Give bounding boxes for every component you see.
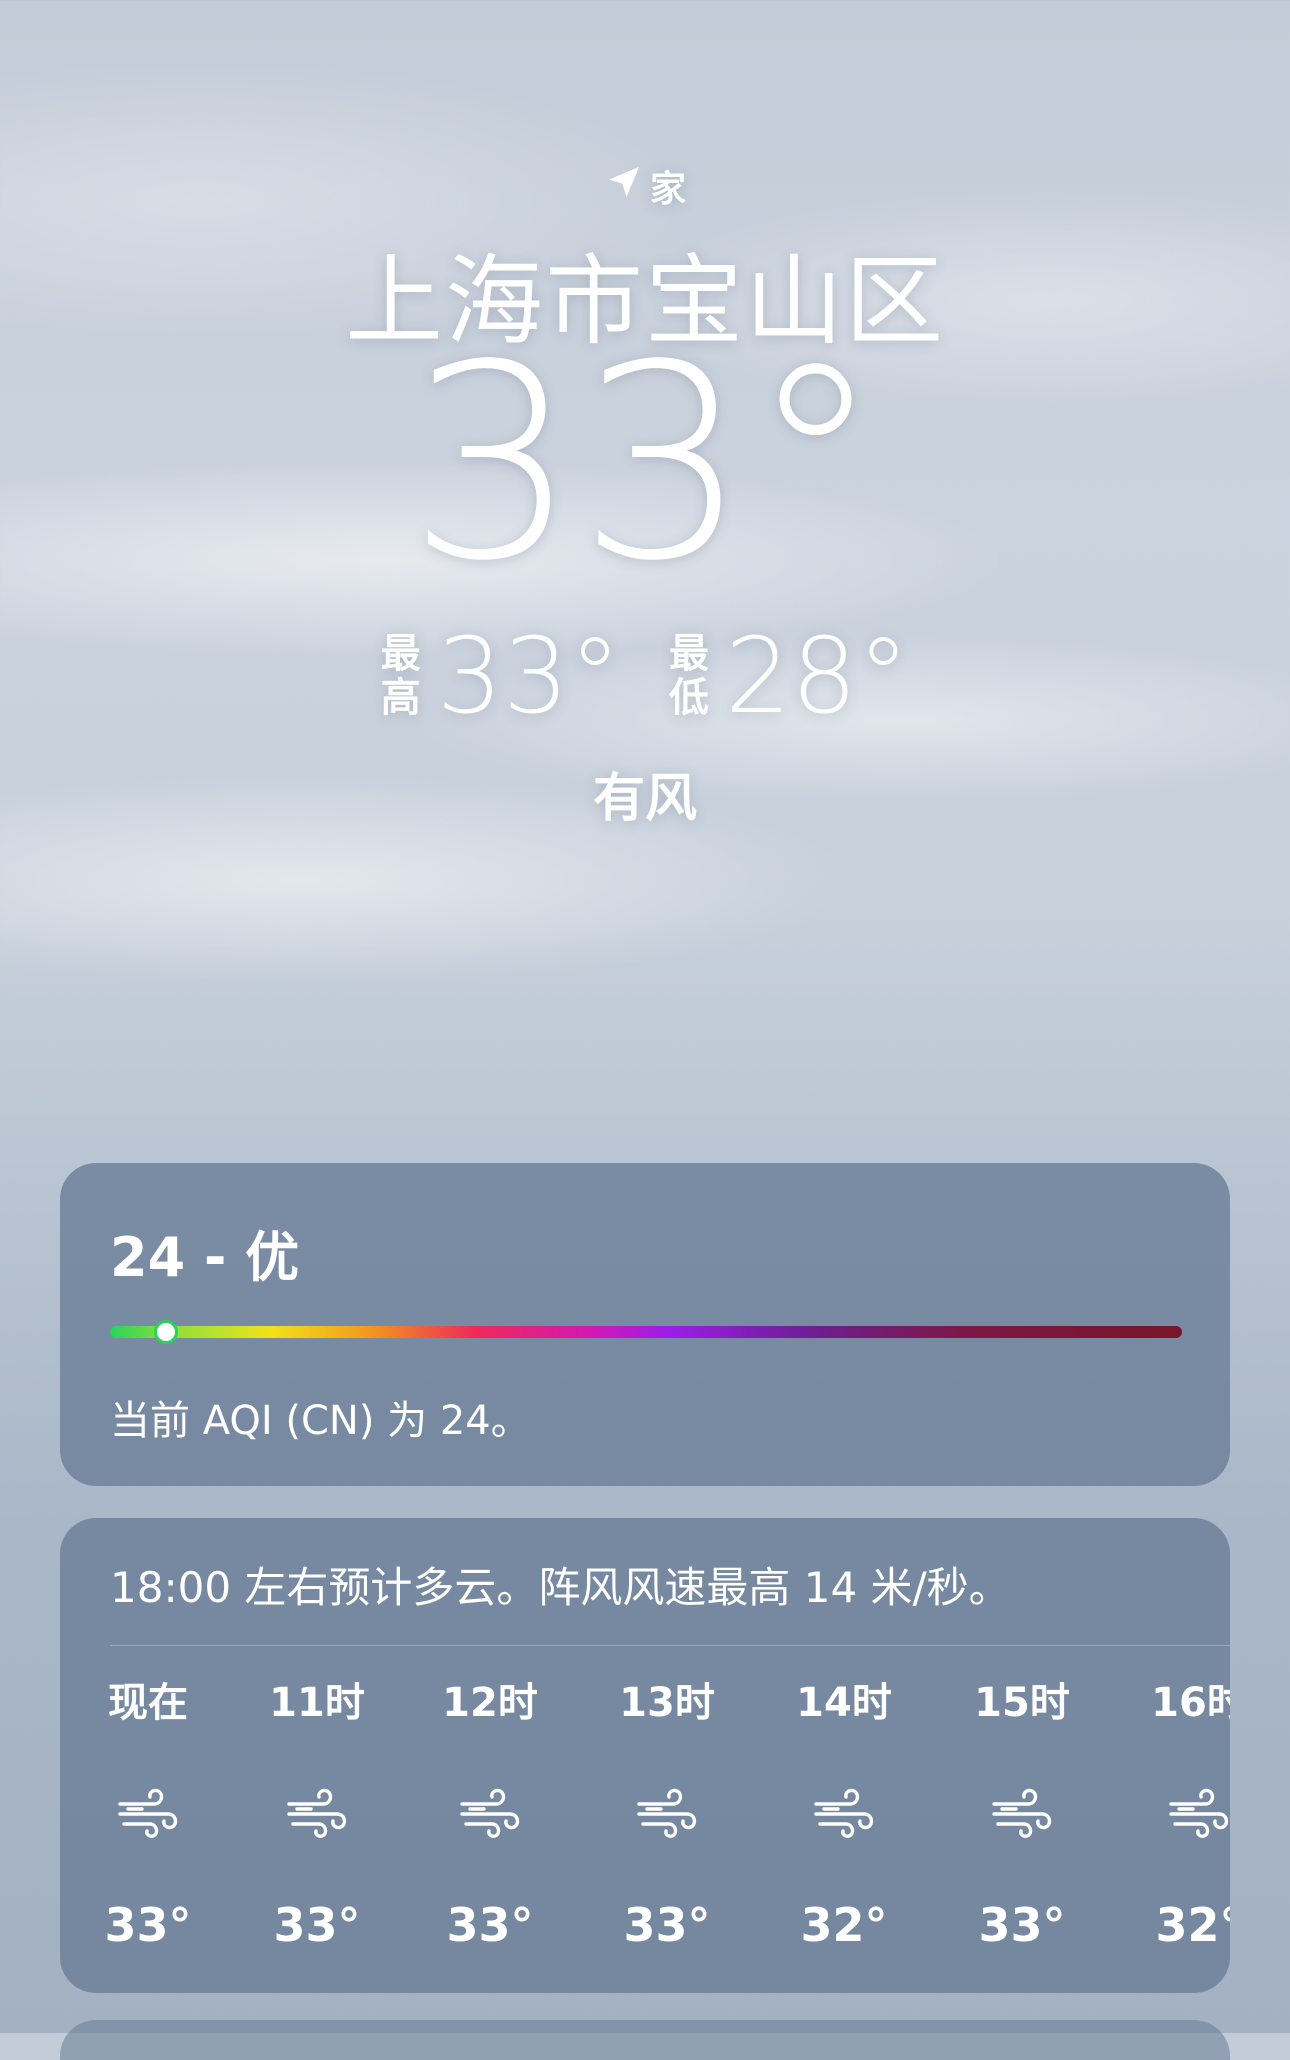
current-temperature: 33° [407, 308, 883, 620]
aqi-indicator [153, 1320, 178, 1344]
hour-label: 16时 [1151, 1680, 1230, 1726]
hour-label: 15时 [974, 1680, 1070, 1726]
high-value: 33° [436, 615, 621, 737]
hour-temperature: 33° [978, 1898, 1066, 1952]
aqi-description: 当前 AQI (CN) 为 24。 [110, 1398, 531, 1444]
hour-column: 11时 33° [242, 1678, 392, 1952]
hour-label: 现在 [108, 1680, 188, 1726]
high-label: 最 高 [380, 631, 421, 721]
location-tag-label: 家 [649, 169, 686, 210]
aqi-scale-bar [110, 1326, 1182, 1338]
divider [110, 1645, 1230, 1646]
hour-temperature: 33° [273, 1898, 361, 1952]
wind-icon [592, 1786, 742, 1846]
wind-icon [769, 1786, 919, 1846]
location-arrow-icon [604, 162, 644, 211]
wind-icon [73, 1786, 223, 1846]
aqi-title: 24 - 优 [110, 1226, 300, 1289]
hour-column: 15时 33° [947, 1678, 1097, 1952]
hour-label: 12时 [442, 1680, 538, 1726]
hour-column: 16时 32° [1124, 1678, 1230, 1952]
weather-condition: 有风 [592, 769, 697, 829]
high-temp: 最 高 33° [381, 624, 621, 728]
low-value: 28° [725, 615, 910, 737]
location-tag: 家 [0, 160, 1290, 212]
wind-icon [242, 1786, 392, 1846]
hour-column: 14时 32° [769, 1678, 919, 1952]
hour-label: 13时 [619, 1680, 715, 1726]
hour-temperature: 33° [446, 1898, 534, 1952]
hourly-forecast-card[interactable]: 18:00 左右预计多云。阵风风速最高 14 米/秒。 现在 33° 11时 33° 1… [60, 1518, 1230, 1993]
low-label: 最 低 [669, 631, 709, 721]
high-low-row: 最 高 33° 最 低 28° [0, 624, 1290, 728]
hour-column: 现在 33° [73, 1678, 223, 1952]
hour-temperature: 32° [1155, 1898, 1230, 1952]
hour-label: 14时 [796, 1680, 892, 1726]
hour-temperature: 33° [623, 1898, 711, 1952]
wind-icon [1124, 1786, 1230, 1846]
hour-column: 12时 33° [415, 1678, 565, 1952]
air-quality-card[interactable]: 24 - 优 当前 AQI (CN) 为 24。 [60, 1163, 1230, 1486]
wind-icon [947, 1786, 1097, 1846]
wind-icon [415, 1786, 565, 1846]
hour-temperature: 33° [104, 1898, 192, 1952]
low-temp: 最 低 28° [669, 624, 909, 728]
hour-column: 13时 33° [592, 1678, 742, 1952]
hourly-summary: 18:00 左右预计多云。阵风风速最高 14 米/秒。 [110, 1563, 1011, 1612]
next-card-peek [60, 2020, 1230, 2060]
hour-temperature: 32° [800, 1898, 888, 1952]
hour-label: 11时 [269, 1680, 365, 1726]
